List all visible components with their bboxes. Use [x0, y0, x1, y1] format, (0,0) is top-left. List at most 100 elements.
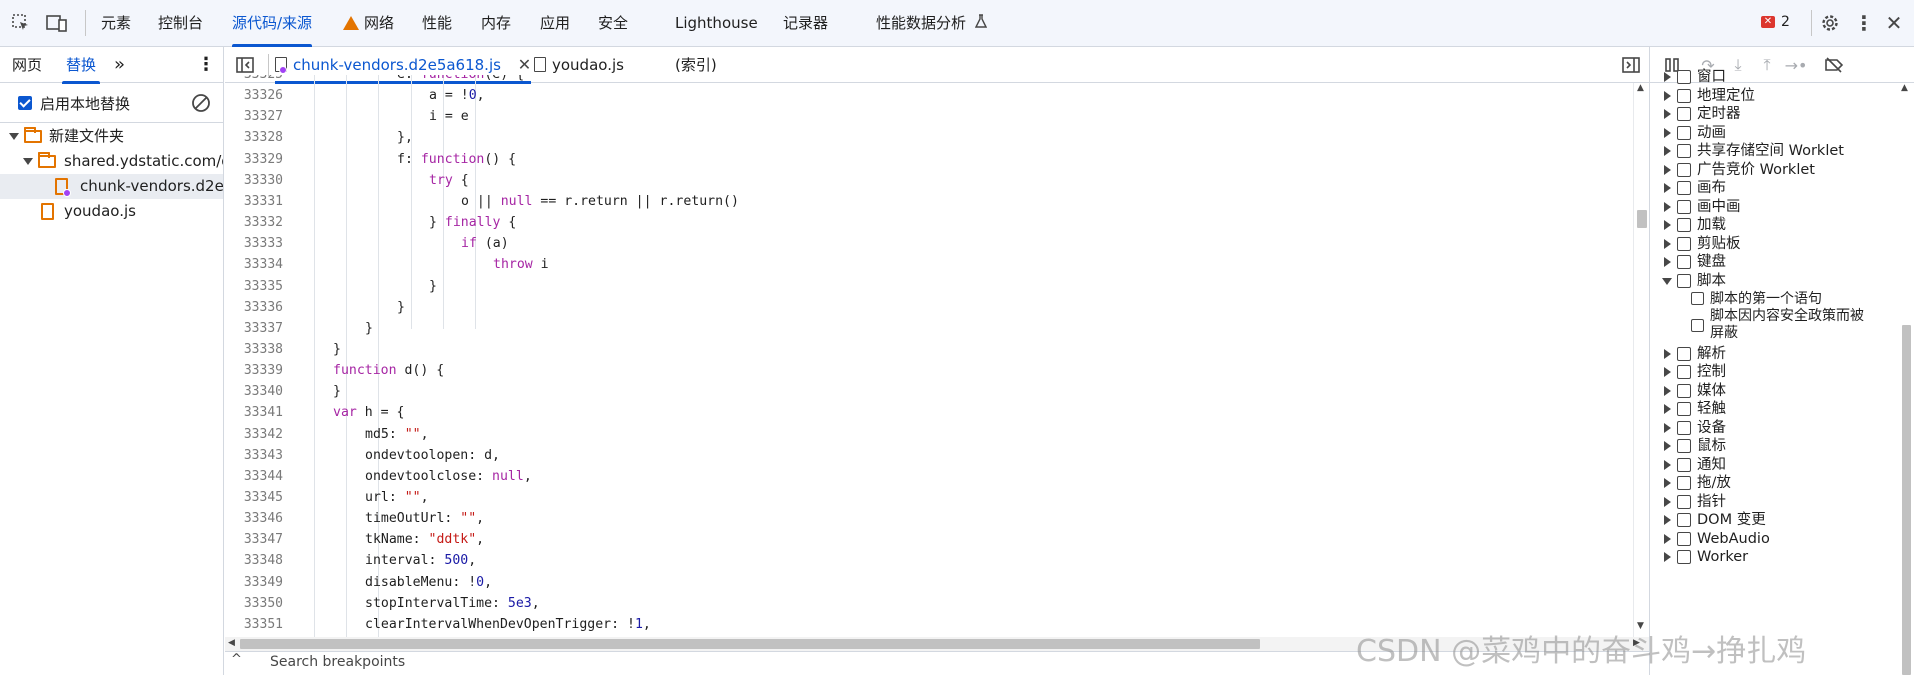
scroll-right-arrow-icon[interactable]: ▶ [1633, 638, 1640, 648]
line-number[interactable]: 33337 [225, 321, 283, 336]
breakpoint-checkbox[interactable] [1677, 550, 1691, 564]
search-input[interactable]: Search breakpoints [270, 654, 405, 670]
breakpoint-checkbox[interactable] [1677, 162, 1691, 177]
gear-icon[interactable] [1817, 10, 1843, 36]
line-number[interactable]: 33350 [225, 596, 283, 611]
collapse-arrow-icon[interactable] [1664, 238, 1671, 249]
collapse-arrow-icon[interactable] [1664, 90, 1671, 101]
tab-elements[interactable]: 元素 [101, 0, 131, 46]
collapse-arrow-icon[interactable] [1664, 441, 1671, 451]
debugger-scrollbar[interactable]: ▲ [1898, 83, 1914, 675]
code-editor[interactable]: 33325e: function(e) {33326a = !0,33327i … [225, 75, 1633, 637]
scroll-left-arrow-icon[interactable]: ◀ [228, 638, 235, 648]
breakpoint-checkbox[interactable] [1677, 236, 1691, 251]
scroll-up-arrow-icon[interactable]: ▲ [1901, 83, 1908, 93]
line-number[interactable]: 33325 [225, 75, 283, 82]
collapse-arrow-icon[interactable] [1664, 515, 1671, 525]
collapse-arrow-icon[interactable] [1664, 164, 1671, 175]
line-number[interactable]: 33336 [225, 300, 283, 315]
breakpoint-checkbox[interactable] [1677, 420, 1691, 435]
line-number[interactable]: 33326 [225, 88, 283, 103]
breakpoint-checkbox[interactable] [1677, 346, 1691, 361]
collapse-arrow-icon[interactable] [1664, 201, 1671, 212]
collapse-arrow-icon[interactable] [1664, 478, 1671, 488]
scroll-down-arrow-icon[interactable]: ▼ [1637, 621, 1644, 631]
collapse-arrow-icon[interactable] [1664, 404, 1671, 414]
line-number[interactable]: 33345 [225, 490, 283, 505]
breakpoint-item[interactable]: 脚本因内容安全政策而被 屏蔽 [1650, 307, 1900, 343]
line-number[interactable]: 33335 [225, 279, 283, 294]
close-icon[interactable]: ✕ [1881, 10, 1907, 36]
collapse-arrow-icon[interactable] [1664, 496, 1671, 507]
expand-arrow-icon[interactable] [1662, 277, 1672, 285]
line-number[interactable]: 33340 [225, 384, 283, 399]
collapse-arrow-icon[interactable] [1664, 183, 1671, 193]
breakpoint-checkbox[interactable] [1677, 199, 1691, 214]
tab-recorder[interactable]: 记录器 [783, 0, 828, 46]
breakpoint-checkbox[interactable] [1677, 125, 1691, 140]
breakpoint-checkbox[interactable] [1677, 402, 1691, 416]
collapse-arrow-icon[interactable] [1664, 72, 1671, 82]
line-number[interactable]: 33342 [225, 427, 283, 442]
editor-vertical-scrollbar[interactable]: ▲ ▼ [1633, 83, 1649, 637]
line-number[interactable]: 33332 [225, 215, 283, 230]
collapse-arrow-icon[interactable] [1664, 533, 1671, 544]
line-number[interactable]: 33334 [225, 257, 283, 272]
tab-application[interactable]: 应用 [540, 0, 570, 46]
breakpoint-checkbox[interactable] [1677, 218, 1691, 232]
tab-performance[interactable]: 性能 [422, 0, 452, 46]
more-options-icon[interactable]: ⋮ [1851, 10, 1877, 36]
line-number[interactable]: 33327 [225, 109, 283, 124]
breakpoint-checkbox[interactable] [1691, 318, 1704, 332]
tab-sources[interactable]: 源代码/来源 [232, 0, 313, 47]
breakpoint-checkbox[interactable] [1677, 88, 1691, 103]
breakpoint-category[interactable]: Worker [1650, 546, 1900, 568]
breakpoint-checkbox[interactable] [1677, 513, 1691, 527]
tab-overrides[interactable]: 替换 [61, 47, 101, 84]
breakpoint-checkbox[interactable] [1677, 531, 1691, 546]
breakpoint-checkbox[interactable] [1677, 144, 1691, 158]
navigator-menu-icon[interactable]: ⋮ [197, 47, 215, 83]
breakpoint-checkbox[interactable] [1677, 273, 1691, 288]
scrollbar-thumb[interactable] [1637, 210, 1647, 228]
collapse-arrow-icon[interactable] [1664, 109, 1671, 119]
collapse-arrow-icon[interactable] [1664, 127, 1671, 138]
line-number[interactable]: 33344 [225, 469, 283, 484]
collapse-arrow-icon[interactable] [1664, 146, 1671, 156]
scrollbar-thumb[interactable] [1902, 325, 1911, 675]
tree-folder-new[interactable]: 新建文件夹 [0, 124, 223, 149]
line-number[interactable]: 33349 [225, 575, 283, 590]
breakpoint-checkbox[interactable] [1677, 255, 1691, 269]
tab-memory[interactable]: 内存 [481, 0, 511, 46]
more-tabs-chevron-icon[interactable]: » [114, 47, 125, 83]
line-number[interactable]: 33329 [225, 152, 283, 167]
inspect-element-icon[interactable] [8, 10, 34, 36]
tab-security[interactable]: 安全 [598, 0, 628, 46]
breakpoint-checkbox[interactable] [1677, 494, 1691, 509]
scroll-up-arrow-icon[interactable]: ▲ [1637, 83, 1644, 93]
tab-page[interactable]: 网页 [12, 47, 42, 83]
breakpoint-checkbox[interactable] [1677, 476, 1691, 490]
collapse-arrow-icon[interactable] [1664, 552, 1671, 562]
breakpoint-checkbox[interactable] [1691, 292, 1704, 305]
breakpoint-checkbox[interactable] [1677, 439, 1691, 453]
line-number[interactable]: 33348 [225, 553, 283, 568]
tree-folder-domain[interactable]: shared.ydstatic.com/d [0, 149, 223, 174]
line-number[interactable]: 33330 [225, 173, 283, 188]
breakpoint-checkbox[interactable] [1677, 107, 1691, 121]
tree-file-youdao[interactable]: youdao.js [0, 199, 223, 224]
collapse-arrow-icon[interactable] [1664, 385, 1671, 396]
breakpoint-checkbox[interactable] [1677, 365, 1691, 379]
line-number[interactable]: 33347 [225, 532, 283, 547]
collapse-arrow-icon[interactable] [1664, 367, 1671, 377]
enable-overrides-checkbox[interactable] [18, 96, 32, 110]
collapse-arrow-icon[interactable] [1664, 348, 1671, 359]
collapse-arrow-icon[interactable] [1664, 459, 1671, 470]
clear-overrides-icon[interactable] [191, 93, 211, 117]
collapse-arrow-icon[interactable] [1664, 220, 1671, 230]
chevron-up-icon[interactable]: ^ [231, 652, 242, 667]
line-number[interactable]: 33331 [225, 194, 283, 209]
line-number[interactable]: 33328 [225, 130, 283, 145]
breakpoint-checkbox[interactable] [1677, 70, 1691, 84]
close-tab-icon[interactable]: ✕ [518, 55, 531, 74]
